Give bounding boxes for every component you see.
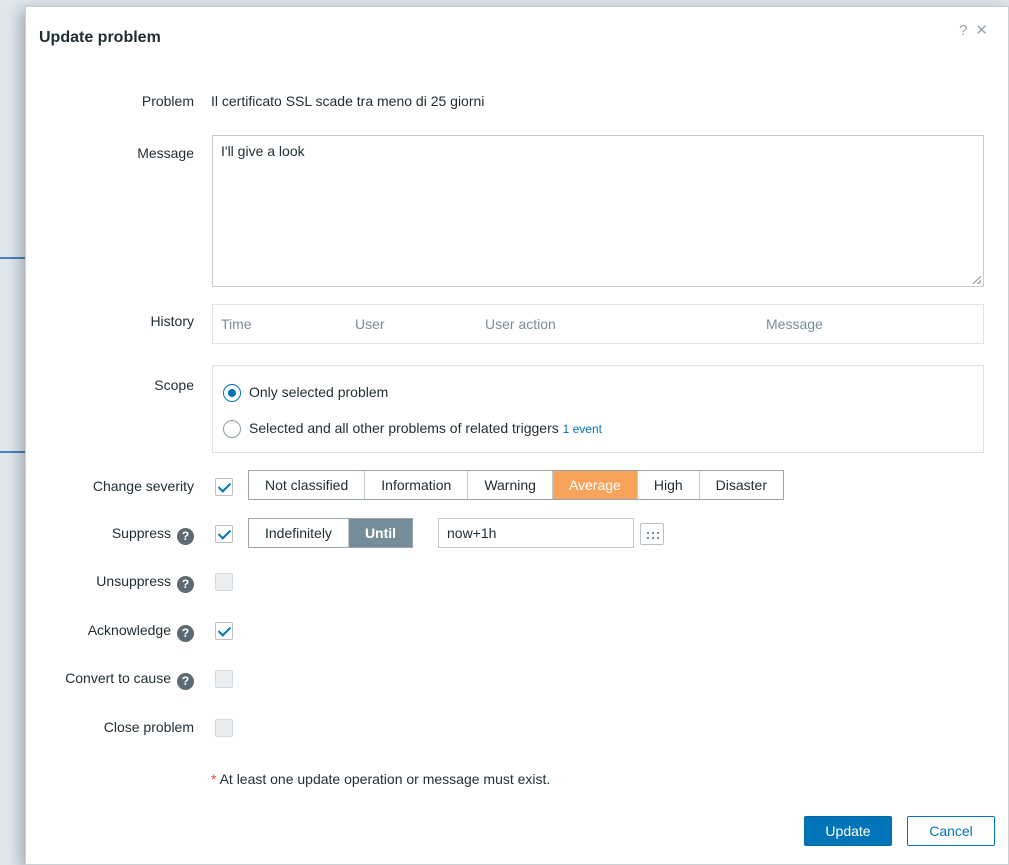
help-icon[interactable]: ? <box>959 22 975 39</box>
resize-grip-icon[interactable] <box>973 276 981 284</box>
update-button[interactable]: Update <box>804 816 892 846</box>
help-icon[interactable]: ? <box>177 625 194 642</box>
acknowledge-label: Acknowledge? <box>88 622 194 642</box>
history-col-message: Message <box>766 316 823 332</box>
history-label: History <box>150 313 194 329</box>
change-severity-label: Change severity <box>92 478 194 494</box>
severity-not-classified[interactable]: Not classified <box>249 471 366 499</box>
unsuppress-label: Unsuppress? <box>96 573 194 593</box>
change-severity-checkbox[interactable] <box>215 478 233 496</box>
help-icon[interactable]: ? <box>177 576 194 593</box>
severity-average[interactable]: Average <box>552 471 638 499</box>
suppress-mode-selector: Indefinitely Until <box>248 518 414 548</box>
severity-disaster[interactable]: Disaster <box>699 471 783 499</box>
dialog-title: Update problem <box>39 29 161 46</box>
scope-option-related-text: Selected and all other problems of relat… <box>249 420 559 436</box>
severity-information[interactable]: Information <box>365 471 469 499</box>
message-textarea[interactable]: I'll give a look <box>212 135 984 287</box>
suppress-checkbox[interactable] <box>215 525 233 543</box>
close-problem-checkbox[interactable] <box>215 719 233 737</box>
update-problem-dialog: Update problem ?✕ Problem Il certificato… <box>25 6 1009 865</box>
suppress-label-text: Suppress <box>111 525 171 541</box>
problem-value: Il certificato SSL scade tra meno di 25 … <box>211 93 485 109</box>
help-icon[interactable]: ? <box>177 673 194 690</box>
unsuppress-checkbox[interactable] <box>215 573 233 591</box>
scope-radio-related[interactable] <box>223 420 241 438</box>
required-note-text: At least one update operation or message… <box>216 771 551 787</box>
help-icon[interactable]: ? <box>177 528 194 545</box>
severity-warning[interactable]: Warning <box>468 471 553 499</box>
problem-label: Problem <box>141 93 194 109</box>
scope-option-label: Only selected problem <box>249 384 389 400</box>
acknowledge-checkbox[interactable] <box>215 622 233 640</box>
convert-to-cause-checkbox[interactable] <box>215 670 233 688</box>
dialog-icons: ?✕ <box>959 21 996 39</box>
convert-to-cause-label-text: Convert to cause <box>65 670 171 686</box>
severity-high[interactable]: High <box>637 471 700 499</box>
message-text: I'll give a look <box>221 143 305 159</box>
event-count-link[interactable]: 1 event <box>563 422 602 436</box>
history-table: Time User User action Message <box>212 304 984 344</box>
suppress-until-input[interactable]: now+1h <box>438 518 634 548</box>
history-col-time: Time <box>221 316 252 332</box>
suppress-mode-until[interactable]: Until <box>348 519 413 547</box>
history-col-user: User <box>355 316 385 332</box>
convert-to-cause-label: Convert to cause? <box>65 670 194 690</box>
history-col-user-action: User action <box>485 316 556 332</box>
scope-radio-selected[interactable] <box>223 384 241 402</box>
scope-label: Scope <box>154 377 194 393</box>
close-icon[interactable]: ✕ <box>975 22 996 39</box>
severity-selector: Not classified Information Warning Avera… <box>248 470 784 500</box>
scope-option-label: Selected and all other problems of relat… <box>249 420 602 436</box>
suppress-mode-indefinitely[interactable]: Indefinitely <box>249 519 349 547</box>
suppress-label: Suppress? <box>112 525 194 545</box>
required-note: * At least one update operation or messa… <box>211 771 550 787</box>
message-label: Message <box>137 145 194 161</box>
close-problem-label: Close problem <box>103 719 194 735</box>
calendar-icon[interactable] <box>640 523 664 545</box>
unsuppress-label-text: Unsuppress <box>96 573 171 589</box>
acknowledge-label-text: Acknowledge <box>87 622 171 638</box>
cancel-button[interactable]: Cancel <box>907 816 995 846</box>
scope-options: Only selected problem Selected and all o… <box>212 365 984 453</box>
